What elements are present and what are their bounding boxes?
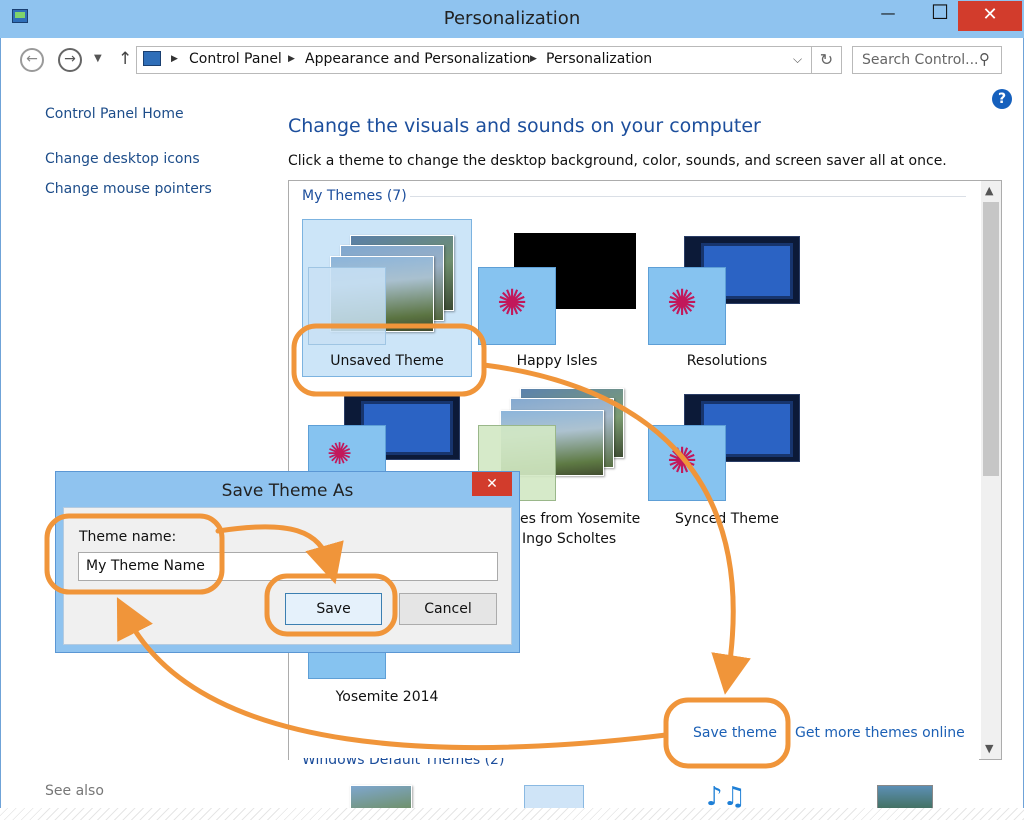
back-arrow-icon[interactable]: ← — [20, 48, 44, 72]
forward-arrow-icon[interactable]: → — [58, 48, 82, 72]
color-fan-icon: ✺ — [667, 283, 698, 324]
theme-color-tile — [308, 267, 386, 345]
scrollbar-thumb[interactable] — [983, 202, 999, 476]
sidebar-item-change-desktop-icons[interactable]: Change desktop icons — [45, 151, 200, 167]
breadcrumb-separator-icon[interactable]: ▶ — [288, 54, 295, 64]
control-panel-icon — [143, 51, 161, 66]
scroll-down-icon[interactable]: ▼ — [985, 742, 993, 755]
color-fan-icon: ✺ — [667, 441, 698, 482]
scroll-up-icon[interactable]: ▲ — [985, 184, 993, 197]
torn-edge — [0, 808, 1024, 820]
color-fan-icon: ✺ — [497, 283, 528, 324]
get-more-themes-link[interactable]: Get more themes online — [795, 725, 965, 741]
refresh-icon[interactable]: ↻ — [812, 46, 842, 74]
cancel-button[interactable]: Cancel — [399, 593, 497, 625]
address-dropdown-icon[interactable]: ⌵ — [793, 52, 802, 67]
theme-label: Yosemite 2014 — [335, 689, 439, 705]
search-icon[interactable]: ⚲ — [979, 50, 990, 68]
sidebar-item-control-panel-home[interactable]: Control Panel Home — [45, 106, 184, 122]
theme-label: Ingo Scholtes — [522, 531, 617, 547]
dialog-title: Save Theme As — [221, 481, 354, 501]
sidebar-item-change-mouse-pointers[interactable]: Change mouse pointers — [45, 181, 212, 197]
theme-color-tile — [308, 653, 386, 679]
close-button[interactable]: ✕ — [958, 1, 1022, 31]
maximize-button[interactable]: ☐ — [918, 0, 962, 30]
group-header-my-themes[interactable]: My Themes (7) — [302, 188, 407, 204]
breadcrumb-personalization[interactable]: Personalization — [546, 51, 652, 67]
theme-label: Synced Theme — [675, 511, 779, 527]
breadcrumb-control-panel[interactable]: Control Panel — [189, 51, 282, 67]
theme-name-field[interactable]: My Theme Name — [78, 552, 498, 581]
save-button[interactable]: Save — [285, 593, 382, 625]
breadcrumb-separator-icon[interactable]: ▶ — [530, 54, 537, 64]
color-fan-icon: ✺ — [327, 437, 353, 472]
page-subtitle: Click a theme to change the desktop back… — [288, 153, 947, 169]
breadcrumb-separator-icon[interactable]: ▶ — [171, 54, 178, 64]
theme-label: Happy Isles — [516, 353, 598, 369]
page-heading: Change the visuals and sounds on your co… — [288, 115, 761, 137]
group-header-clip: Windows Default Themes (2) — [289, 758, 979, 767]
minimize-button[interactable]: — — [866, 4, 910, 34]
see-also-label: See also — [45, 783, 104, 799]
group-divider — [410, 196, 966, 197]
theme-color-tile: ✺ — [648, 425, 726, 501]
save-theme-link[interactable]: Save theme — [693, 725, 777, 741]
group-header-windows-default[interactable]: Windows Default Themes (2) — [302, 758, 504, 767]
recent-pages-dropdown-icon[interactable]: ▼ — [94, 53, 102, 64]
theme-color-tile: ✺ — [308, 425, 386, 471]
theme-label: Unsaved Theme — [330, 353, 444, 369]
theme-color-tile: ✺ — [478, 267, 556, 345]
up-arrow-icon[interactable]: ↑ — [118, 49, 132, 69]
theme-color-tile: ✺ — [648, 267, 726, 345]
theme-name-label: Theme name: — [79, 529, 177, 545]
theme-label: Resolutions — [686, 353, 768, 369]
breadcrumb-appearance[interactable]: Appearance and Personalization — [305, 51, 530, 67]
dialog-close-button[interactable]: ✕ — [472, 472, 512, 496]
help-icon[interactable]: ? — [992, 89, 1012, 109]
theme-label: es from Yosemite — [520, 511, 641, 527]
